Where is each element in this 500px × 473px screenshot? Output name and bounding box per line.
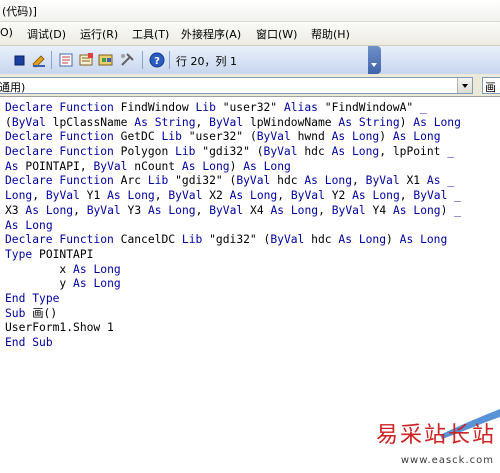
code-line[interactable]: As Long	[5, 219, 500, 234]
toolbar-separator	[51, 51, 52, 69]
code-line[interactable]: Declare Function CancelDC Lib "gdi32" (B…	[5, 233, 500, 248]
code-line[interactable]: Declare Function GetDC Lib "user32" (ByV…	[5, 130, 500, 145]
code-line[interactable]: Long, ByVal Y1 As Long, ByVal X2 As Long…	[5, 189, 500, 204]
procedure-dropdown[interactable]: 画	[482, 77, 500, 94]
code-line[interactable]: y As Long	[5, 277, 500, 292]
code-line[interactable]: End Sub	[5, 336, 500, 351]
object-dropdown-value: 通用)	[0, 81, 26, 94]
code-line[interactable]: As POINTAPI, ByVal nCount As Long) As Lo…	[5, 160, 500, 175]
code-editor[interactable]: Declare Function FindWindow Lib "user32"…	[5, 101, 500, 351]
code-line[interactable]: Declare Function Arc Lib "gdi32" (ByVal …	[5, 174, 500, 189]
project-explorer-icon[interactable]	[58, 52, 74, 68]
code-line[interactable]: Type POINTAPI	[5, 248, 500, 263]
code-line[interactable]: Sub 画()	[5, 307, 500, 322]
watermark-title: 易采站长站	[375, 423, 496, 448]
cursor-position: 行 20，列 1	[176, 55, 237, 68]
title-bar: (代码)]	[0, 0, 500, 22]
menu-item-addins[interactable]: 外接程序(A)	[181, 26, 241, 42]
procedure-dropdown-value: 画	[485, 81, 496, 94]
object-dropdown[interactable]: 通用)	[0, 77, 473, 94]
code-line[interactable]: Declare Function Polygon Lib "gdi32" (By…	[5, 145, 500, 160]
toolbar-separator	[142, 51, 143, 69]
code-line[interactable]: UserForm1.Show 1	[5, 321, 500, 336]
toolbar-options-button[interactable]	[368, 46, 381, 74]
watermark: 易采站长站 www.easck.com	[370, 405, 500, 473]
code-line[interactable]: Declare Function FindWindow Lib "user32"…	[5, 101, 500, 116]
watermark-url: www.easck.com	[400, 455, 494, 466]
design-mode-icon[interactable]	[31, 52, 47, 68]
menu-item-help[interactable]: 帮助(H)	[311, 26, 350, 42]
menu-item-format[interactable]: O)	[0, 26, 13, 39]
properties-icon[interactable]	[78, 52, 94, 68]
window-title: (代码)]	[2, 5, 37, 18]
help-icon[interactable]: ?	[149, 52, 165, 68]
toolbox-icon[interactable]	[119, 52, 135, 68]
menu-item-window[interactable]: 窗口(W)	[256, 26, 297, 42]
stop-icon[interactable]	[12, 52, 28, 68]
code-line[interactable]: x As Long	[5, 263, 500, 278]
code-line[interactable]: End Type	[5, 292, 500, 307]
chevron-down-icon[interactable]	[457, 78, 472, 93]
menu-item-tools[interactable]: 工具(T)	[132, 26, 169, 42]
code-line[interactable]: (ByVal lpClassName As String, ByVal lpWi…	[5, 116, 500, 131]
menu-item-run[interactable]: 运行(R)	[80, 26, 118, 42]
standard-toolbar: ? 行 20，列 1	[0, 46, 500, 74]
menu-item-debug[interactable]: 调试(D)	[27, 26, 66, 42]
object-browser-icon[interactable]	[98, 52, 114, 68]
code-selector-bar: 通用) 画	[0, 74, 500, 97]
svg-text:?: ?	[154, 56, 160, 67]
code-line[interactable]: X3 As Long, ByVal Y3 As Long, ByVal X4 A…	[5, 204, 500, 219]
toolbar-separator	[169, 51, 170, 69]
menu-bar: O) 调试(D) 运行(R) 工具(T) 外接程序(A) 窗口(W) 帮助(H)	[0, 22, 500, 46]
